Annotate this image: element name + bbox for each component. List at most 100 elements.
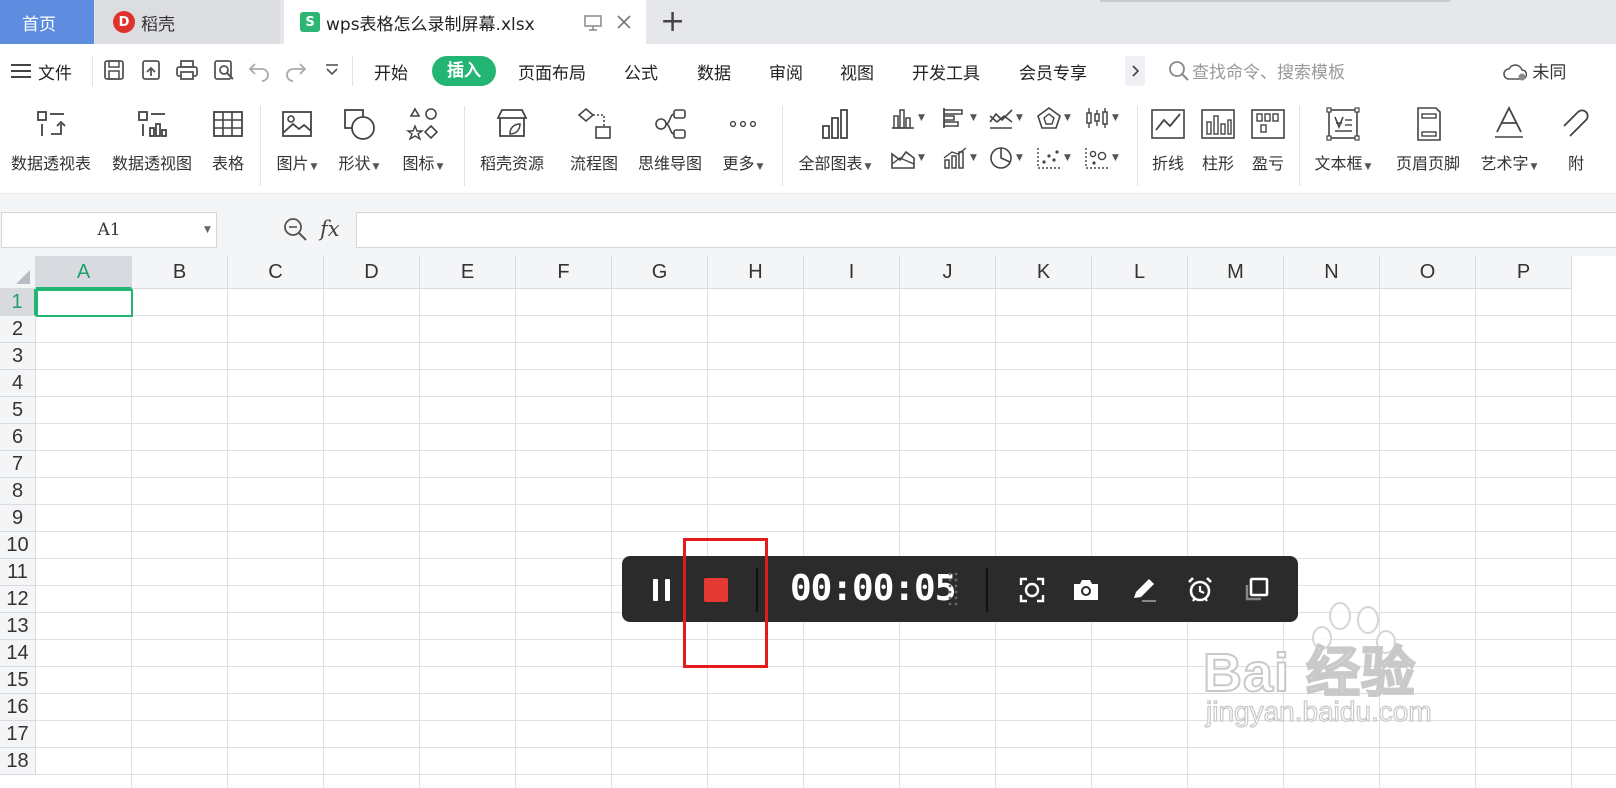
hamburger-menu-icon[interactable]: [10, 62, 32, 80]
bar-chart-dropdown[interactable]: ▼: [942, 104, 982, 132]
print-icon[interactable]: [175, 58, 199, 82]
export-pdf-icon[interactable]: [139, 58, 163, 82]
name-box-dropdown-icon[interactable]: ▼: [204, 225, 211, 235]
pivot-chart-button[interactable]: 数据透视图: [108, 106, 196, 174]
scatter-chart-dropdown[interactable]: ▼: [1036, 144, 1076, 172]
undo-icon[interactable]: [247, 58, 271, 82]
sparkline-line-button[interactable]: 折线: [1146, 106, 1190, 174]
row-header-15[interactable]: 15: [0, 667, 36, 694]
add-tab-button[interactable]: +: [660, 4, 685, 40]
column-header-f[interactable]: F: [516, 256, 612, 289]
menu-file[interactable]: 文件: [38, 59, 72, 84]
camera-icon[interactable]: [1072, 576, 1100, 604]
column-chart-dropdown[interactable]: ▼: [890, 104, 930, 132]
insert-function-icon[interactable]: fx: [320, 217, 340, 241]
redo-icon[interactable]: [284, 58, 308, 82]
row-header-13[interactable]: 13: [0, 613, 36, 640]
sparkline-column-button[interactable]: 柱形: [1196, 106, 1240, 174]
close-tab-icon[interactable]: [616, 14, 632, 30]
tab-home[interactable]: 首页: [0, 0, 94, 44]
menu-developer-tools[interactable]: 开发工具: [912, 59, 980, 84]
select-all-corner[interactable]: [0, 256, 36, 289]
print-preview-icon[interactable]: [212, 58, 236, 82]
drag-handle-icon[interactable]: [946, 570, 960, 610]
menu-data[interactable]: 数据: [697, 59, 731, 84]
column-header-l[interactable]: L: [1092, 256, 1188, 289]
column-header-c[interactable]: C: [228, 256, 324, 289]
area-chart-dropdown[interactable]: ▼: [890, 144, 930, 172]
all-charts-button[interactable]: 全部图表 ▼: [794, 106, 876, 174]
column-header-o[interactable]: O: [1380, 256, 1476, 289]
column-header-m[interactable]: M: [1188, 256, 1284, 289]
shape-button[interactable]: 形状 ▼: [334, 106, 384, 174]
radar-chart-dropdown[interactable]: ▼: [1036, 104, 1076, 132]
row-header-4[interactable]: 4: [0, 370, 36, 397]
row-header-17[interactable]: 17: [0, 721, 36, 748]
zoom-icon[interactable]: [282, 216, 308, 242]
customize-toolbar-icon[interactable]: [320, 58, 344, 82]
column-header-h[interactable]: H: [708, 256, 804, 289]
column-header-d[interactable]: D: [324, 256, 420, 289]
menu-page-layout[interactable]: 页面布局: [518, 59, 586, 84]
pivot-table-button[interactable]: 数据透视表: [7, 106, 95, 174]
row-header-11[interactable]: 11: [0, 559, 36, 586]
combo-chart-dropdown[interactable]: ▼: [942, 144, 982, 172]
window-switch-icon[interactable]: [1242, 576, 1270, 604]
column-header-p[interactable]: P: [1476, 256, 1572, 289]
wordart-button[interactable]: 艺术字 ▼: [1476, 106, 1542, 174]
row-header-18[interactable]: 18: [0, 748, 36, 775]
row-header-16[interactable]: 16: [0, 694, 36, 721]
tab-daoke[interactable]: D 稻壳: [95, 0, 280, 44]
attachment-button[interactable]: 附: [1556, 106, 1596, 174]
menu-scroll-right-button[interactable]: [1125, 56, 1145, 86]
flowchart-button[interactable]: 流程图: [566, 106, 622, 174]
menu-insert[interactable]: 插入: [432, 56, 496, 86]
row-header-1[interactable]: 1: [0, 289, 36, 316]
row-header-6[interactable]: 6: [0, 424, 36, 451]
region-capture-icon[interactable]: [1018, 576, 1046, 604]
stock-chart-dropdown[interactable]: ▼: [1084, 104, 1124, 132]
search-bar[interactable]: 查找命令、搜索模板: [1168, 58, 1345, 83]
formula-input[interactable]: [356, 212, 1616, 248]
alarm-clock-icon[interactable]: [1186, 576, 1214, 604]
line-chart-dropdown[interactable]: ▼: [988, 104, 1028, 132]
row-header-9[interactable]: 9: [0, 505, 36, 532]
column-header-b[interactable]: B: [132, 256, 228, 289]
column-header-a[interactable]: A: [36, 256, 132, 289]
selected-cell-a1[interactable]: [36, 289, 133, 317]
row-header-7[interactable]: 7: [0, 451, 36, 478]
icons-button[interactable]: 图标 ▼: [398, 106, 448, 174]
menu-start[interactable]: 开始: [374, 59, 408, 84]
menu-view[interactable]: 视图: [840, 59, 874, 84]
column-header-n[interactable]: N: [1284, 256, 1380, 289]
sparkline-winloss-button[interactable]: 盈亏: [1246, 106, 1290, 174]
menu-review[interactable]: 审阅: [769, 59, 803, 84]
row-header-5[interactable]: 5: [0, 397, 36, 424]
daoke-resource-button[interactable]: 稻壳资源: [476, 106, 548, 174]
menu-formula[interactable]: 公式: [624, 59, 658, 84]
header-footer-button[interactable]: 页眉页脚: [1392, 106, 1464, 174]
menu-member[interactable]: 会员专享: [1019, 59, 1087, 84]
row-header-3[interactable]: 3: [0, 343, 36, 370]
cloud-sync-status[interactable]: 未同: [1503, 58, 1566, 83]
column-header-e[interactable]: E: [420, 256, 516, 289]
row-header-10[interactable]: 10: [0, 532, 36, 559]
annotate-pen-icon[interactable]: [1130, 576, 1158, 604]
pie-chart-dropdown[interactable]: ▼: [988, 144, 1028, 172]
bubble-chart-dropdown[interactable]: ▼: [1084, 144, 1124, 172]
column-header-k[interactable]: K: [996, 256, 1092, 289]
name-box[interactable]: A1: [1, 212, 217, 248]
mindmap-button[interactable]: 思维导图: [634, 106, 706, 174]
monitor-icon[interactable]: [583, 14, 603, 32]
save-icon[interactable]: [102, 58, 126, 82]
column-header-i[interactable]: I: [804, 256, 900, 289]
row-header-2[interactable]: 2: [0, 316, 36, 343]
row-header-14[interactable]: 14: [0, 640, 36, 667]
pause-icon[interactable]: [648, 576, 676, 604]
column-header-g[interactable]: G: [612, 256, 708, 289]
column-header-j[interactable]: J: [900, 256, 996, 289]
textbox-button[interactable]: 文本框 ▼: [1310, 106, 1376, 174]
table-button[interactable]: 表格: [206, 106, 250, 174]
row-header-12[interactable]: 12: [0, 586, 36, 613]
picture-button[interactable]: 图片 ▼: [272, 106, 322, 174]
